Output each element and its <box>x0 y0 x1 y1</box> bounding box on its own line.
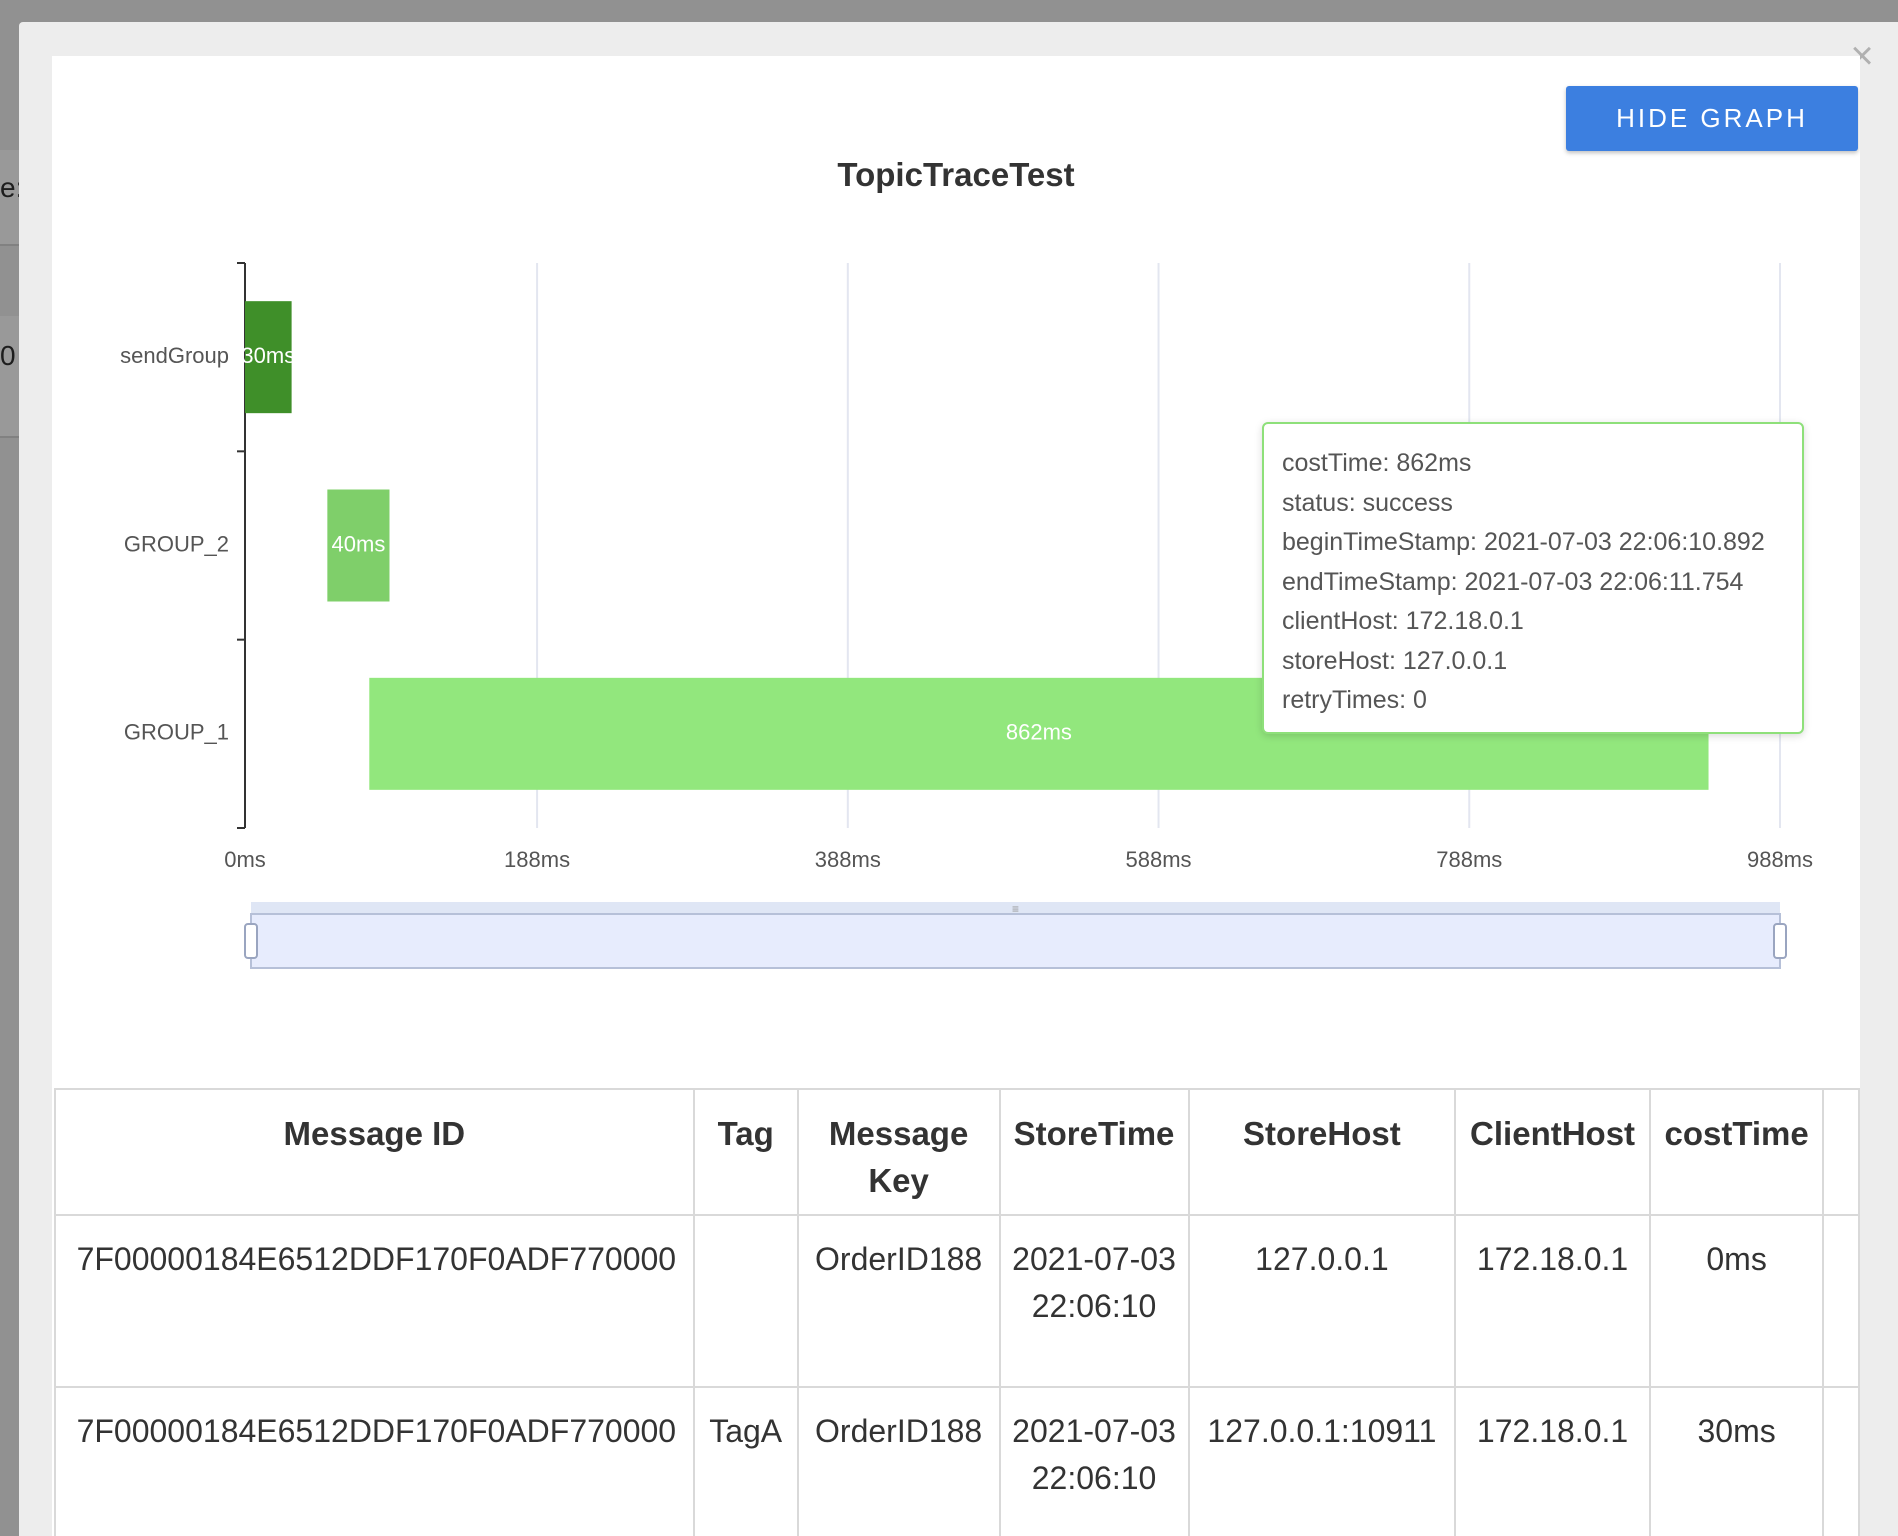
x-tick-label: 188ms <box>504 847 570 872</box>
zoom-slider-handle[interactable] <box>244 923 258 959</box>
cell-client-host: 172.18.0.1 <box>1454 1386 1651 1536</box>
tooltip-line: costTime: 862ms <box>1282 449 1472 477</box>
header-message-key: Message Key <box>796 1088 1001 1216</box>
header-store-time: StoreTime <box>998 1088 1190 1216</box>
trace-table: Message ID Tag Message Key StoreTime Sto… <box>54 1088 1860 1536</box>
tooltip-line: endTimeStamp: 2021-07-03 22:06:11.754 <box>1282 567 1744 596</box>
table-row: 7F00000184E6512DDF170F0ADF770000 TagA Or… <box>54 1386 1860 1536</box>
tooltip-line: storeHost: 127.0.0.1 <box>1282 646 1508 675</box>
bar-label: 862ms <box>1006 720 1072 745</box>
cell-message-id: 7F00000184E6512DDF170F0ADF770000 <box>54 1386 695 1536</box>
cell-extra <box>1822 1214 1860 1388</box>
cell-message-key: OrderID188 <box>796 1386 1001 1536</box>
cell-tag: TagA <box>692 1386 799 1536</box>
cell-message-id: 7F00000184E6512DDF170F0ADF770000 <box>54 1214 695 1388</box>
header-extra <box>1822 1088 1860 1216</box>
tooltip-line: retryTimes: 0 <box>1282 686 1427 714</box>
header-message-id: Message ID <box>54 1088 695 1216</box>
bar-label: 30ms <box>241 343 295 368</box>
y-category-label: sendGroup <box>120 343 229 368</box>
bar-label: 40ms <box>332 531 386 556</box>
cell-extra <box>1822 1386 1860 1536</box>
cell-message-key: OrderID188 <box>796 1214 1001 1388</box>
cell-cost-time: 30ms <box>1648 1386 1825 1536</box>
cell-store-time: 2021-07-03 22:06:10 <box>998 1386 1190 1536</box>
header-tag: Tag <box>692 1088 799 1216</box>
tooltip-line: clientHost: 172.18.0.1 <box>1282 607 1524 635</box>
table-header-row: Message ID Tag Message Key StoreTime Sto… <box>54 1088 1860 1216</box>
tooltip-line: status: success <box>1282 488 1453 517</box>
zoom-slider-grip-icon: ≡ <box>1012 902 1019 916</box>
y-category-label: GROUP_1 <box>124 720 229 745</box>
tooltip-line: beginTimeStamp: 2021-07-03 22:06:10.892 <box>1282 528 1765 556</box>
header-client-host: ClientHost <box>1454 1088 1651 1216</box>
cell-cost-time: 0ms <box>1648 1214 1825 1388</box>
zoom-slider-window[interactable] <box>250 913 1781 969</box>
x-tick-label: 388ms <box>815 847 881 872</box>
y-category-label: GROUP_2 <box>124 531 229 556</box>
x-tick-label: 588ms <box>1126 847 1192 872</box>
cell-client-host: 172.18.0.1 <box>1454 1214 1651 1388</box>
x-tick-label: 988ms <box>1747 847 1813 872</box>
table-row: 7F00000184E6512DDF170F0ADF770000 OrderID… <box>54 1214 1860 1388</box>
cell-store-host: 127.0.0.1:10911 <box>1187 1386 1457 1536</box>
header-store-host: StoreHost <box>1187 1088 1457 1216</box>
chart-tooltip: costTime: 862ms status: success beginTim… <box>1262 422 1804 734</box>
cell-store-host: 127.0.0.1 <box>1187 1214 1457 1388</box>
zoom-slider-handle[interactable] <box>1773 923 1787 959</box>
cell-store-time: 2021-07-03 22:06:10 <box>998 1214 1190 1388</box>
x-tick-label: 0ms <box>224 847 266 872</box>
trace-modal: HIDE GRAPH TopicTraceTest sendGroup GROUP… <box>52 56 1860 1536</box>
header-cost-time: costTime <box>1648 1088 1825 1216</box>
x-tick-label: 788ms <box>1436 847 1502 872</box>
cell-tag <box>692 1214 799 1388</box>
